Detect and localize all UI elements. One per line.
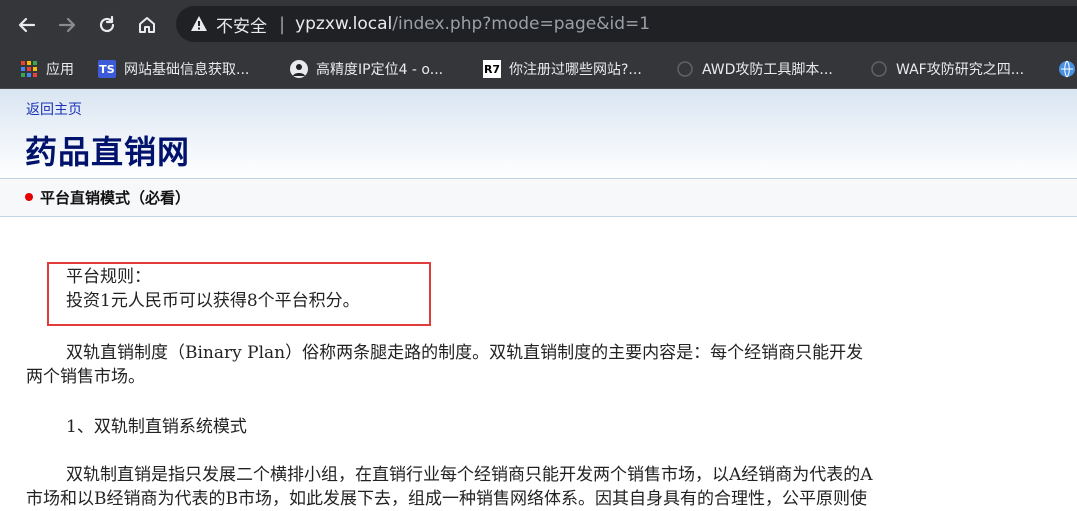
url-path: /index.php?mode=page&id=1	[392, 14, 651, 34]
warning-icon[interactable]	[190, 15, 208, 33]
security-status[interactable]: 不安全	[216, 12, 267, 37]
bookmark-label: WAF攻防研究之四...	[896, 62, 1025, 78]
paragraph-line: 双轨直销制度（Binary Plan）俗称两条腿走路的制度。双轨直销制度的主要内…	[66, 343, 864, 363]
web-page: 返回主页 药品直销网 平台直销模式（必看） 平台规则： 投资1元人民币可以获得8…	[0, 89, 1077, 509]
browser-toolbar: 不安全 | ypzxw.local/index.php?mode=page&id…	[0, 0, 1077, 50]
bookmark-overflow[interactable]	[1058, 50, 1077, 88]
arrow-right-icon	[58, 17, 76, 33]
home-icon	[139, 17, 155, 33]
site-header: 返回主页 药品直销网	[0, 89, 1077, 178]
site-title: 药品直销网	[25, 133, 191, 171]
arrow-left-icon	[18, 17, 36, 33]
bookmark-registered-sites[interactable]: R7 你注册过哪些网站?...	[483, 50, 642, 88]
page-nav: 平台直销模式（必看）	[0, 178, 1077, 217]
bookmark-label: 你注册过哪些网站?...	[509, 62, 642, 78]
r7-logo-icon: R7	[483, 60, 501, 78]
forward-button[interactable]	[52, 10, 82, 40]
avatar-icon	[290, 60, 308, 78]
home-button[interactable]	[132, 10, 162, 40]
paragraph-line: 市场和以B经销商为代表的B市场，如此发展下去，组成一种销售网络体系。因其自身具有…	[26, 489, 867, 509]
reload-button[interactable]	[92, 10, 122, 40]
bookmark-waf-research[interactable]: WAF攻防研究之四...	[870, 50, 1024, 88]
bookmark-awd-tools[interactable]: AWD攻防工具脚本...	[676, 50, 833, 88]
globe-icon	[1058, 60, 1076, 78]
url-host: ypzxw.local	[295, 14, 393, 34]
bookmark-apps[interactable]: 应用	[20, 50, 74, 88]
bookmark-site-info[interactable]: TS 网站基础信息获取...	[98, 50, 249, 88]
bookmark-label: 网站基础信息获取...	[124, 62, 250, 78]
bookmarks-bar: 应用 TS 网站基础信息获取... 高精度IP定位4 - o... R7 你注册…	[0, 50, 1077, 89]
ts-logo-icon: TS	[98, 60, 116, 78]
bookmark-ip-locate[interactable]: 高精度IP定位4 - o...	[290, 50, 443, 88]
bullet-dot-icon	[25, 193, 33, 201]
nav-current-page[interactable]: 平台直销模式（必看）	[40, 187, 190, 208]
github-icon	[870, 60, 888, 78]
address-bar[interactable]: 不安全 | ypzxw.local/index.php?mode=page&id…	[176, 6, 1077, 42]
bookmark-label: 应用	[46, 62, 74, 78]
rules-title: 平台规则：	[66, 267, 151, 287]
address-separator: |	[279, 13, 286, 35]
apps-grid-icon	[20, 60, 38, 78]
paragraph-line: 两个销售市场。	[26, 367, 145, 387]
back-home-link[interactable]: 返回主页	[26, 99, 82, 119]
github-icon	[676, 60, 694, 78]
bookmark-label: AWD攻防工具脚本...	[702, 62, 833, 78]
back-button[interactable]	[12, 10, 42, 40]
bookmark-label: 高精度IP定位4 - o...	[316, 62, 444, 78]
reload-icon	[99, 15, 115, 33]
paragraph-line: 双轨制直销是指只发展二个横排小组，在直销行业每个经销商只能开发两个销售市场，以A…	[66, 465, 873, 485]
section-heading: 1、双轨制直销系统模式	[66, 417, 247, 437]
rules-text: 投资1元人民币可以获得8个平台积分。	[66, 291, 360, 311]
